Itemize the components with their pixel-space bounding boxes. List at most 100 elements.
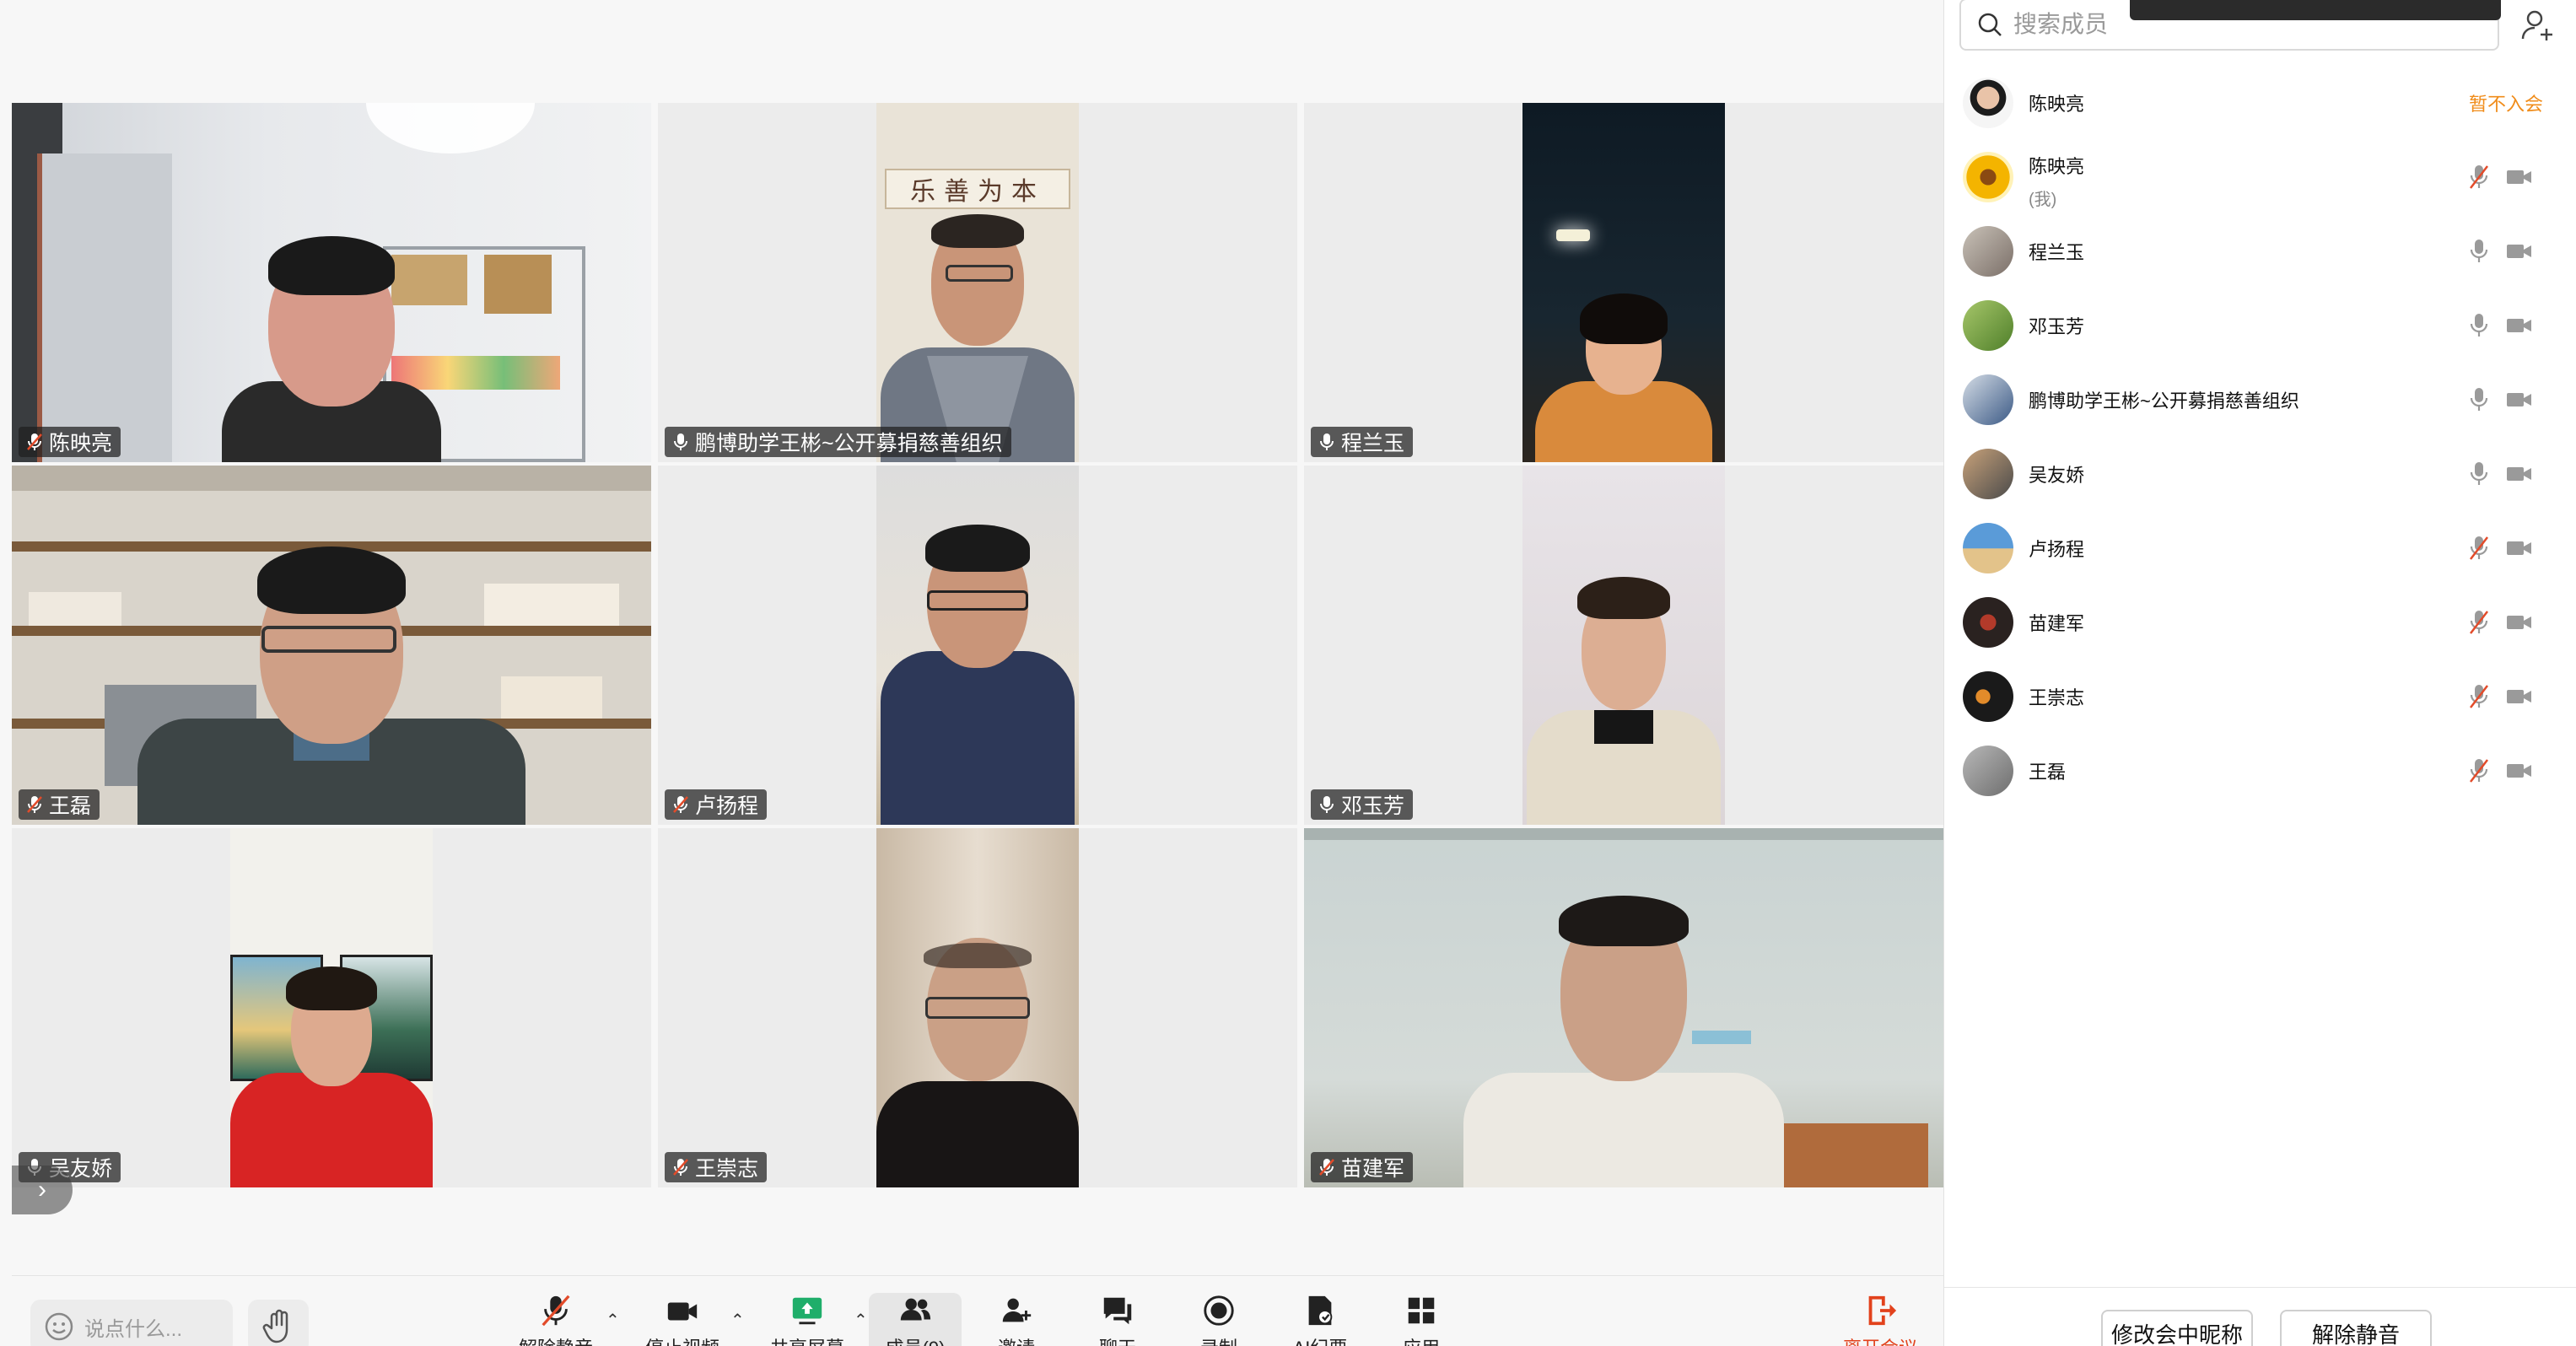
video-tile[interactable]: 乐善为本 鹏博助学王彬~公开募捐慈善组织 — [658, 103, 1297, 462]
mic-muted-icon — [27, 796, 42, 813]
emoji-icon[interactable] — [44, 1311, 74, 1342]
leave-meeting-button[interactable]: 离开会议 — [1834, 1293, 1927, 1346]
member-row[interactable]: 苗建军 — [1944, 585, 2576, 660]
camera-icon[interactable] — [2506, 390, 2533, 410]
camera-icon[interactable] — [2506, 464, 2533, 484]
add-user-icon — [1002, 1298, 1032, 1322]
participant-name: 程兰玉 — [1341, 432, 1405, 455]
camera-icon[interactable] — [2506, 612, 2533, 633]
add-member-button[interactable] — [2518, 5, 2558, 46]
mic-muted-icon[interactable] — [2467, 609, 2491, 636]
invite-button[interactable]: 邀请 — [970, 1293, 1063, 1346]
chevron-up-icon[interactable]: ⌃ — [730, 1310, 745, 1331]
raise-hand-button[interactable] — [248, 1300, 309, 1346]
mic-muted-icon — [673, 796, 688, 813]
participant-name-tag: 陈映亮 — [19, 427, 121, 457]
participant-video: 乐善为本 — [876, 103, 1079, 462]
participant-name-tag: 苗建军 — [1311, 1152, 1414, 1182]
ai-minutes-button[interactable]: AI纪要 — [1274, 1293, 1366, 1346]
mic-icon[interactable] — [2467, 238, 2491, 265]
participant-name: 苗建军 — [1341, 1157, 1405, 1181]
stop-video-button[interactable]: 停止视频 — [636, 1293, 729, 1346]
mic-icon[interactable] — [2467, 460, 2491, 487]
apps-button[interactable]: 应用 — [1375, 1293, 1468, 1346]
member-row[interactable]: 邓玉芳 — [1944, 288, 2576, 363]
chevron-up-icon[interactable]: ⌃ — [606, 1310, 620, 1331]
members-button[interactable]: 成员(9) — [869, 1293, 962, 1346]
record-icon — [1204, 1295, 1234, 1326]
camera-icon[interactable] — [2506, 686, 2533, 707]
member-row[interactable]: 陈映亮 (我) — [1944, 140, 2576, 214]
participant-video — [1522, 103, 1725, 462]
mic-icon[interactable] — [2467, 386, 2491, 413]
participant-name: 陈映亮 — [49, 432, 113, 455]
video-tile[interactable]: 陈映亮 — [12, 103, 651, 462]
members-panel: 陈映亮暂不入会陈映亮(我)程兰玉邓玉芳鹏博助学王彬~公开募捐慈善组织吴友娇卢扬程… — [1943, 0, 2576, 1346]
member-row[interactable]: 吴友娇 — [1944, 437, 2576, 511]
mic-icon — [1320, 433, 1334, 450]
mic-muted-icon[interactable] — [2467, 535, 2491, 562]
member-name: 王磊 — [2029, 762, 2067, 783]
chevron-up-icon[interactable]: ⌃ — [854, 1310, 868, 1331]
mic-muted-icon — [673, 1159, 688, 1176]
avatar — [1963, 671, 2013, 722]
share-screen-button[interactable]: 共享屏幕 — [761, 1293, 854, 1346]
member-row[interactable]: 王崇志 — [1944, 660, 2576, 734]
share-screen-icon — [792, 1297, 822, 1325]
video-tile[interactable]: 苗建军 — [1304, 828, 1943, 1187]
mic-muted-icon[interactable] — [2467, 164, 2491, 191]
exit-icon — [1868, 1295, 1897, 1326]
member-row[interactable]: 陈映亮 暂不入会 — [1944, 66, 2576, 140]
chevron-right-icon[interactable]: › — [12, 1166, 73, 1214]
search-icon — [1978, 13, 2002, 36]
member-row[interactable]: 王磊 — [1944, 734, 2576, 808]
avatar — [1963, 374, 2013, 425]
apps-grid-icon — [1408, 1297, 1435, 1324]
mic-icon[interactable] — [2467, 312, 2491, 339]
meeting-toolbar: 说点什么... 解除静音 ⌃ 停止视频 ⌃ 共享屏幕 ⌃ 成员(9) 邀请 — [12, 1275, 1943, 1346]
member-name: 卢扬程 — [2029, 539, 2085, 560]
participant-name-tag: 邓玉芳 — [1311, 789, 1414, 820]
video-grid: 陈映亮 乐善为本 鹏博助学王彬~公开募捐慈善组织 程兰玉 王磊 卢扬程 邓玉芳 … — [12, 103, 1943, 1187]
member-row[interactable]: 卢扬程 — [1944, 511, 2576, 585]
video-tile[interactable]: 程兰玉 — [1304, 103, 1943, 462]
member-name: 鹏博助学王彬~公开募捐慈善组织 — [2029, 390, 2299, 412]
participant-name: 王磊 — [49, 794, 92, 818]
video-tile[interactable]: 王崇志 — [658, 828, 1297, 1187]
participant-name: 邓玉芳 — [1341, 794, 1405, 818]
avatar — [1963, 449, 2013, 499]
avatar — [1963, 746, 2013, 796]
unmute-button[interactable]: 解除静音 — [509, 1293, 602, 1346]
video-tile[interactable]: 王磊 — [12, 466, 651, 825]
rename-in-meeting-button[interactable]: 修改会中昵称 — [2101, 1310, 2253, 1346]
camera-icon[interactable] — [2506, 167, 2533, 187]
participant-name-tag: 鹏博助学王彬~公开募捐慈善组织 — [665, 427, 1011, 457]
member-row[interactable]: 鹏博助学王彬~公开募捐慈善组织 — [1944, 363, 2576, 437]
members-panel-footer: 修改会中昵称 解除静音 — [1944, 1287, 2576, 1346]
mic-muted-icon[interactable] — [2467, 683, 2491, 710]
participant-name-tag: 程兰玉 — [1311, 427, 1414, 457]
member-name: 王崇志 — [2029, 687, 2085, 708]
participant-video — [876, 828, 1079, 1187]
avatar — [1963, 152, 2013, 202]
video-tile[interactable]: 卢扬程 — [658, 466, 1297, 825]
member-row[interactable]: 程兰玉 — [1944, 214, 2576, 288]
mic-muted-icon[interactable] — [2467, 757, 2491, 784]
chat-button[interactable]: 聊天 — [1071, 1293, 1164, 1346]
member-name: 苗建军 — [2029, 613, 2085, 634]
camera-icon[interactable] — [2506, 538, 2533, 558]
participant-video — [1522, 466, 1725, 825]
meeting-window: 陈映亮 乐善为本 鹏博助学王彬~公开募捐慈善组织 程兰玉 王磊 卢扬程 邓玉芳 … — [0, 0, 2576, 1346]
quick-chat-input[interactable]: 说点什么... — [30, 1300, 233, 1346]
camera-icon[interactable] — [2506, 761, 2533, 781]
unmute-all-button[interactable]: 解除静音 — [2280, 1310, 2432, 1346]
avatar — [1963, 300, 2013, 351]
camera-icon — [667, 1302, 698, 1321]
video-tile[interactable]: 邓玉芳 — [1304, 466, 1943, 825]
camera-icon[interactable] — [2506, 315, 2533, 336]
camera-icon[interactable] — [2506, 241, 2533, 261]
participant-name: 鹏博助学王彬~公开募捐慈善组织 — [695, 432, 1003, 455]
video-tile[interactable]: 吴友娇 — [12, 828, 651, 1187]
record-button[interactable]: 录制 — [1172, 1293, 1265, 1346]
members-icon — [900, 1298, 931, 1321]
